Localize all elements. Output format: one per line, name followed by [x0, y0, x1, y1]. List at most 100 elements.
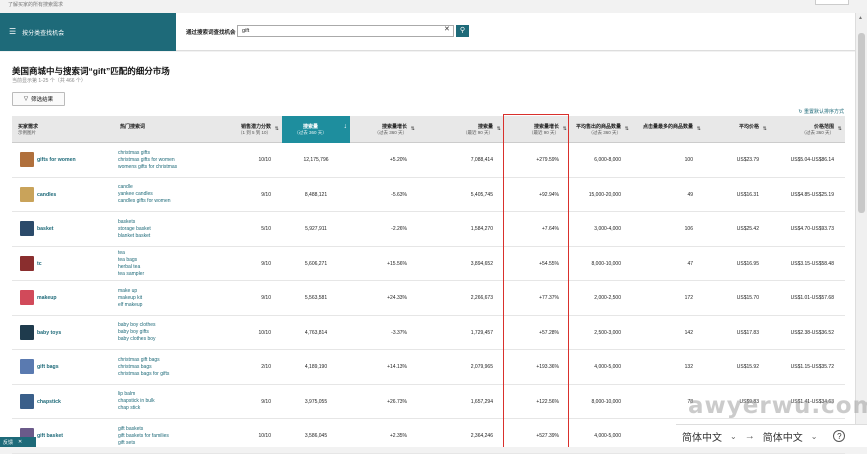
- niche-link[interactable]: gift basket: [37, 419, 63, 454]
- table-row[interactable]: baby toys baby boy clothes baby boy gifts b…: [12, 316, 845, 351]
- search-term-link[interactable]: lip balm: [118, 391, 155, 398]
- sort-icon[interactable]: ⇅: [838, 126, 842, 132]
- close-icon[interactable]: ✕: [18, 439, 22, 445]
- table-cell-avg_price: US$16.95: [736, 260, 759, 267]
- chevron-down-icon[interactable]: ⌄: [730, 432, 737, 441]
- niche-link[interactable]: makeup: [37, 281, 57, 316]
- close-icon[interactable]: ✕: [444, 25, 450, 33]
- category-nav-button[interactable]: ☰ 按分类查找机会: [0, 13, 176, 51]
- feedback-button[interactable]: 反馈 ✕: [0, 437, 36, 447]
- source-language[interactable]: 简体中文: [682, 429, 722, 444]
- column-header-label: 点击量最多的商品数量: [642, 124, 693, 130]
- search-term-link[interactable]: baby boy gifts: [118, 329, 156, 336]
- search-term-link[interactable]: yankee candles: [118, 191, 171, 198]
- niche-link[interactable]: candles: [37, 178, 56, 213]
- search-term-link[interactable]: gift sets: [118, 440, 169, 447]
- search-term-link[interactable]: gift baskets for families: [118, 433, 169, 440]
- column-header[interactable]: 平均售出的商品数量 （过去 360 天） ⇅: [570, 116, 632, 143]
- niche-link[interactable]: baby toys: [37, 316, 61, 351]
- table-cell-clicked: 100: [684, 157, 693, 164]
- sort-icon[interactable]: ⇅: [411, 126, 415, 132]
- search-term-link[interactable]: makeup kit: [118, 295, 142, 302]
- sort-icon[interactable]: ⇅: [625, 126, 629, 132]
- top-search-terms: tea tea bags herbal tea tea sampler: [118, 247, 144, 282]
- search-term-link[interactable]: make up: [118, 288, 142, 295]
- sort-icon[interactable]: ↓: [344, 123, 348, 130]
- table-row[interactable]: candles candle yankee candles candles gifts…: [12, 178, 845, 213]
- header-bar: ☰ 按分类查找机会 通过搜索词查找机会 gift ✕ ⚲: [0, 13, 855, 51]
- table-row[interactable]: basket baskets storage basket blanket baske…: [12, 212, 845, 247]
- table-cell-clicked: 106: [684, 226, 693, 233]
- top-search-terms: make up makeup kit elf makeup: [118, 281, 142, 316]
- table-cell-range: US$3.15-US$58.48: [790, 260, 834, 267]
- target-language[interactable]: 简体中文: [763, 429, 803, 444]
- search-term-link[interactable]: christmas gift bags: [118, 357, 169, 364]
- sort-icon[interactable]: ⇅: [497, 126, 501, 132]
- search-term-link[interactable]: chap stick: [118, 405, 155, 412]
- search-term-link[interactable]: tea bags: [118, 257, 144, 264]
- scrollbar[interactable]: ▲: [855, 13, 867, 447]
- column-header[interactable]: 平均价格 ⇅: [704, 116, 770, 143]
- reset-sort-link[interactable]: ↻ 重置默认排序方式: [798, 108, 844, 115]
- help-icon[interactable]: ?: [833, 430, 846, 442]
- product-thumbnail: [20, 186, 34, 202]
- sort-icon[interactable]: ⇅: [697, 126, 701, 132]
- column-header[interactable]: 搜索量增长 （过去 360 天） ⇅: [350, 116, 418, 143]
- search-term-link[interactable]: christmas gifts: [118, 150, 177, 157]
- column-header-sub: （过去 360 天）: [801, 130, 834, 135]
- search-term-link[interactable]: christmas bags for gifts: [118, 371, 169, 378]
- table-cell-range: US$4.70-US$93.73: [790, 226, 834, 233]
- search-term-link[interactable]: storage basket: [118, 226, 151, 233]
- table-row[interactable]: gift bags christmas gift bags christmas ba…: [12, 350, 845, 385]
- search-term-link[interactable]: tea: [118, 250, 144, 257]
- search-term-link[interactable]: baby boy clothes: [118, 322, 156, 329]
- sort-icon[interactable]: ⇅: [763, 126, 767, 132]
- search-term-link[interactable]: baskets: [118, 219, 151, 226]
- search-term-link[interactable]: blanket basket: [118, 233, 151, 240]
- niche-link[interactable]: basket: [37, 212, 53, 247]
- column-header[interactable]: 搜索量增长 （最近 90 天） ⇅: [504, 116, 570, 143]
- table-cell-score: 9/10: [261, 398, 271, 405]
- column-header[interactable]: 销售潜力分数 （1 到 5 到 10） ⇅: [232, 116, 282, 143]
- search-term-link[interactable]: candle: [118, 184, 171, 191]
- column-header-label: 平均价格: [738, 124, 759, 130]
- top-search-terms: christmas gift bags christmas bags christm…: [118, 350, 169, 385]
- search-term-link[interactable]: christmas gifts for women: [118, 157, 177, 164]
- table-row[interactable]: makeup make up makeup kit elf makeup 9/10 5,5…: [12, 281, 845, 316]
- sort-icon[interactable]: ⇅: [563, 126, 567, 132]
- niche-link[interactable]: chapstick: [37, 385, 61, 420]
- search-term-link[interactable]: elf makeup: [118, 302, 142, 309]
- table-row[interactable]: gifts for women christmas gifts christmas …: [12, 143, 845, 178]
- top-hint: 了解买家的所有搜索需求: [8, 2, 64, 8]
- filter-button[interactable]: ▽ 筛选结果: [12, 92, 65, 106]
- search-term-link[interactable]: tea sampler: [118, 271, 144, 278]
- chevron-down-icon[interactable]: ⌄: [811, 432, 818, 441]
- search-term-link[interactable]: candles gifts for women: [118, 198, 171, 205]
- column-header-sub: （过去 360 天）: [294, 130, 327, 135]
- search-term-link[interactable]: gift baskets: [118, 426, 169, 433]
- search-term-link[interactable]: herbal tea: [118, 264, 144, 271]
- column-header[interactable]: 价格范围 （过去 360 天） ⇅: [770, 116, 845, 143]
- sort-icon[interactable]: ⇅: [275, 126, 279, 132]
- table-row[interactable]: tc tea tea bags herbal tea tea sampler 9/10 5,…: [12, 247, 845, 282]
- table-cell-g360: -3.37%: [391, 329, 407, 336]
- search-term-link[interactable]: christmas bags: [118, 364, 169, 371]
- scroll-up-icon[interactable]: ▲: [858, 15, 863, 21]
- search-term-link[interactable]: chapstick in bulk: [118, 398, 155, 405]
- column-header[interactable]: 搜索量 （最近 90 天） ⇅: [418, 116, 504, 143]
- scrollbar-thumb[interactable]: [858, 33, 865, 213]
- column-header[interactable]: 点击量最多的商品数量 ⇅: [632, 116, 704, 143]
- search-term-link[interactable]: womens gifts for christmas: [118, 164, 177, 171]
- niche-link[interactable]: gift bags: [37, 350, 59, 385]
- column-header-sub: （最近 90 天）: [462, 130, 493, 135]
- table-cell-clicked: 142: [684, 329, 693, 336]
- column-header[interactable]: 搜索量 （过去 360 天） ↓: [282, 116, 350, 143]
- search-label: 通过搜索词查找机会: [186, 30, 236, 36]
- niche-link[interactable]: gifts for women: [37, 143, 76, 178]
- search-input[interactable]: gift: [237, 25, 454, 37]
- search-term-link[interactable]: baby clothes boy: [118, 336, 156, 343]
- search-icon[interactable]: ⚲: [456, 25, 469, 37]
- niche-link[interactable]: tc: [37, 247, 42, 282]
- table-cell-vol360: 4,763,814: [304, 329, 328, 336]
- top-right-box[interactable]: [815, 0, 849, 5]
